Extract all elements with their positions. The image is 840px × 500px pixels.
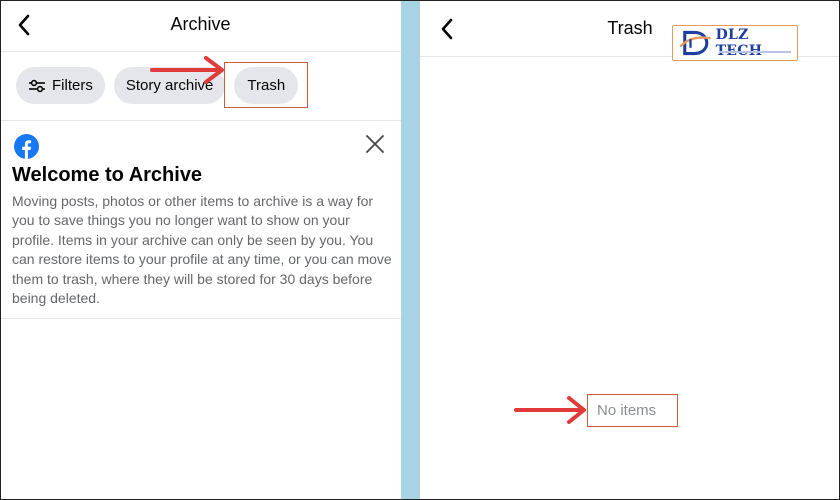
facebook-logo-icon xyxy=(14,134,39,159)
welcome-description: Moving posts, photos or other items to a… xyxy=(12,193,392,307)
sliders-icon xyxy=(29,79,45,92)
welcome-title: Welcome to Archive xyxy=(12,164,203,186)
watermark-logo: DLZ TECH xyxy=(672,25,798,61)
close-icon xyxy=(366,135,384,153)
close-button[interactable] xyxy=(364,133,386,155)
page-title: Archive xyxy=(170,14,231,34)
archive-panel: Archive Filters Story archive Trash Welc… xyxy=(0,0,401,500)
panel-divider xyxy=(401,0,420,500)
trash-panel: Trash xyxy=(420,0,840,500)
filters-chip[interactable]: Filters xyxy=(16,67,105,104)
empty-state-text: No items xyxy=(597,402,657,419)
trash-chip-label: Trash xyxy=(247,77,286,94)
dlz-logo-icon xyxy=(679,30,711,56)
watermark-tagline-bar xyxy=(719,51,791,53)
story-archive-chip-label: Story archive xyxy=(125,77,214,94)
archive-filter-chips: Filters Story archive Trash xyxy=(16,67,299,104)
story-archive-chip[interactable]: Story archive xyxy=(113,67,226,104)
chips-divider xyxy=(0,120,401,121)
trash-chip[interactable]: Trash xyxy=(234,67,299,104)
welcome-divider xyxy=(0,318,401,319)
archive-top-bar: Archive xyxy=(0,0,401,52)
filters-chip-label: Filters xyxy=(52,77,93,94)
watermark-text: DLZ TECH xyxy=(715,27,763,59)
